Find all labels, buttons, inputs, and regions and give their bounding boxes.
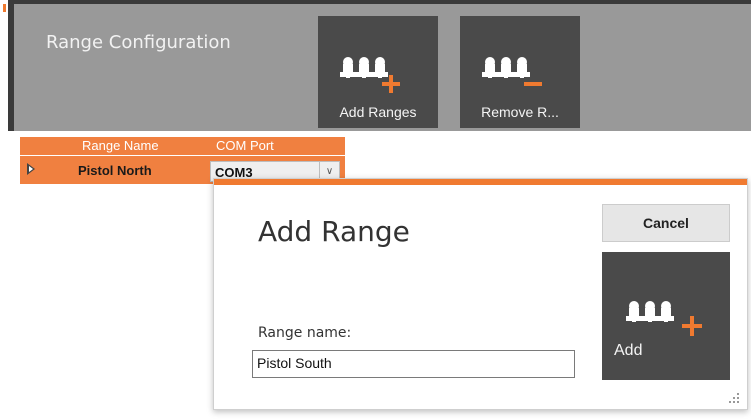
dialog-title: Add Range (258, 215, 410, 248)
add-range-icon (626, 301, 702, 336)
ribbon-title: Range Configuration (46, 32, 231, 53)
grid-header: Range Name COM Port (20, 137, 345, 155)
column-header-range-name[interactable]: Range Name (82, 138, 159, 153)
add-ranges-label: Add Ranges (339, 104, 417, 120)
dialog-accent-bar (214, 179, 747, 185)
remove-ranges-icon (482, 57, 542, 86)
add-ranges-button[interactable]: Add Ranges (318, 16, 438, 128)
ribbon-bar: Range Configuration Add Ranges Remove R.… (8, 0, 751, 131)
add-button[interactable]: Add (602, 252, 730, 380)
add-ranges-icon (340, 57, 400, 93)
add-range-dialog: Add Range Range name: Pistol South Cance… (213, 178, 748, 410)
row-selector-icon (27, 163, 35, 175)
range-name-cell[interactable]: Pistol North (78, 163, 152, 178)
column-header-com-port[interactable]: COM Port (216, 138, 274, 153)
remove-ranges-label: Remove R... (481, 104, 559, 120)
cancel-button[interactable]: Cancel (602, 204, 730, 242)
window-left-edge (0, 0, 8, 420)
remove-ranges-button[interactable]: Remove R... (460, 16, 580, 128)
range-name-label: Range name: (258, 325, 352, 341)
range-name-input[interactable]: Pistol South (252, 350, 575, 378)
add-label: Add (614, 342, 643, 359)
resize-grip-icon[interactable] (729, 393, 739, 403)
window-accent-marker (3, 4, 6, 12)
